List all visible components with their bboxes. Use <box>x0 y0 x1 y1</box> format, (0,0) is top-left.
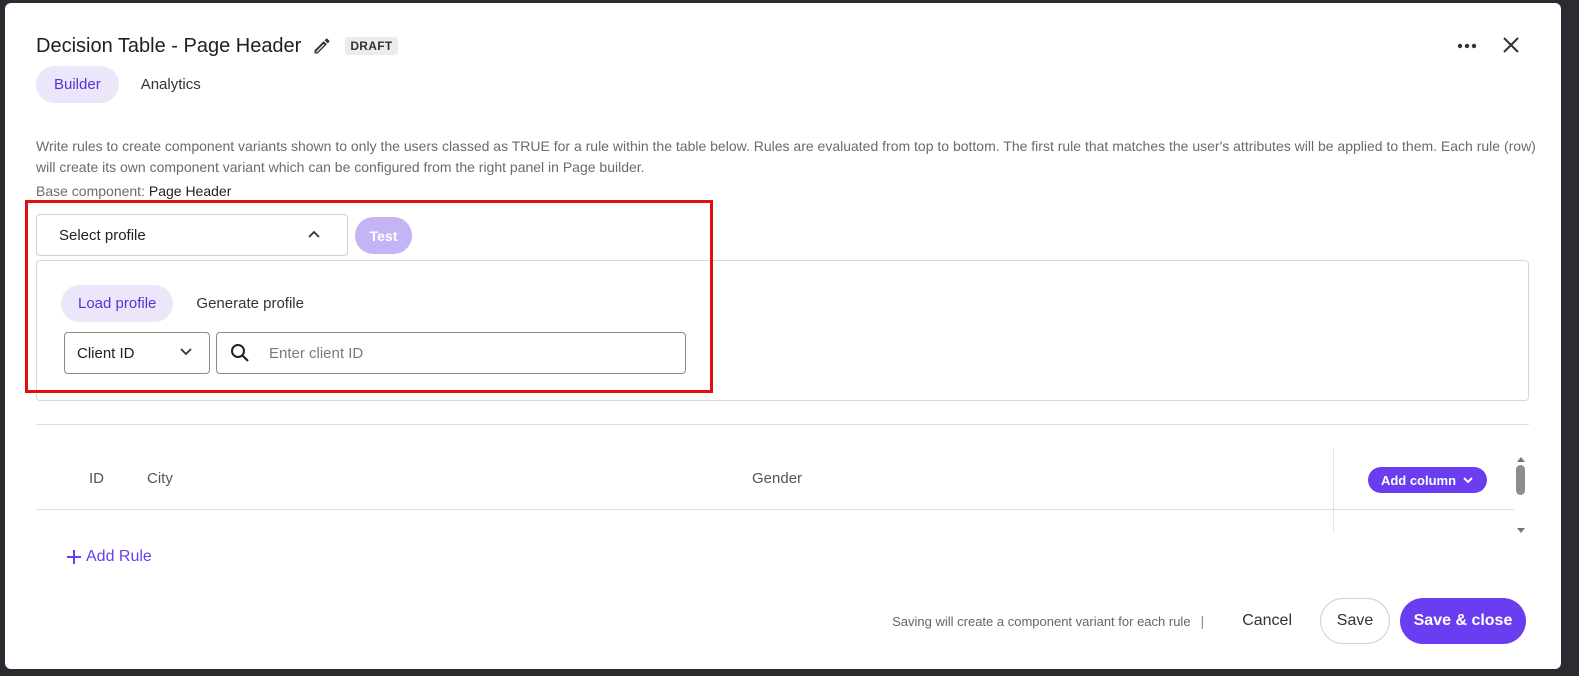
profile-panel: Load profile Generate profile Client ID <box>36 260 1529 401</box>
modal-title: Decision Table - Page Header <box>36 34 302 57</box>
close-icon[interactable] <box>1496 30 1526 60</box>
table-scrollbar[interactable] <box>1516 450 1526 533</box>
footer-note: Saving will create a component variant f… <box>892 613 1191 629</box>
profile-subtabs: Load profile Generate profile <box>61 285 321 322</box>
search-icon <box>217 343 263 363</box>
footer-separator: | <box>1200 613 1205 629</box>
chevron-down-icon <box>1463 477 1473 484</box>
add-column-label: Add column <box>1380 472 1457 488</box>
base-component-value: Page Header <box>148 183 232 199</box>
main-tabs: Builder Analytics <box>36 66 219 103</box>
chevron-up-icon <box>307 227 321 245</box>
base-component: Base component: Page Header <box>36 183 231 199</box>
scroll-down-arrow-icon[interactable] <box>1516 522 1526 533</box>
client-id-search <box>216 332 686 374</box>
select-profile-dropdown[interactable]: Select profile <box>36 214 348 256</box>
cancel-button[interactable]: Cancel <box>1226 600 1308 642</box>
client-id-input[interactable] <box>263 334 663 372</box>
scroll-up-arrow-icon[interactable] <box>1516 450 1526 462</box>
column-header-city: City <box>147 470 173 487</box>
column-header-id: ID <box>89 470 104 487</box>
test-button[interactable]: Test <box>355 217 412 254</box>
add-column-button[interactable]: Add column <box>1368 467 1487 493</box>
column-separator <box>1333 449 1334 533</box>
column-header-gender: Gender <box>752 470 803 487</box>
scroll-thumb[interactable] <box>1516 465 1525 495</box>
add-rule-button[interactable]: Add Rule <box>66 548 152 566</box>
tab-analytics[interactable]: Analytics <box>123 66 219 103</box>
select-profile-label: Select profile <box>59 226 146 244</box>
chevron-down-icon <box>179 345 193 363</box>
description-text: Write rules to create component variants… <box>36 138 1536 175</box>
add-rule-label: Add Rule <box>86 548 152 565</box>
base-component-label: Base component: <box>36 183 145 199</box>
tab-load-profile[interactable]: Load profile <box>61 285 174 322</box>
modal-footer: Saving will create a component variant f… <box>892 598 1526 644</box>
modal-header: Decision Table - Page Header DRAFT <box>36 31 398 61</box>
more-horizontal-icon[interactable] <box>1453 32 1481 60</box>
save-close-button[interactable]: Save & close <box>1400 598 1526 644</box>
rules-table-header: ID City Gender Add column <box>36 449 1514 533</box>
section-divider <box>36 424 1529 425</box>
tab-builder[interactable]: Builder <box>36 66 119 103</box>
status-badge: DRAFT <box>345 37 398 55</box>
tab-generate-profile[interactable]: Generate profile <box>179 285 321 322</box>
save-button[interactable]: Save <box>1320 598 1390 644</box>
id-type-value: Client ID <box>77 344 135 362</box>
edit-pencil-icon[interactable] <box>311 35 333 57</box>
id-type-select[interactable]: Client ID <box>64 332 210 374</box>
plus-icon <box>67 550 81 564</box>
decision-table-modal: Decision Table - Page Header DRAFT Build… <box>5 3 1561 669</box>
